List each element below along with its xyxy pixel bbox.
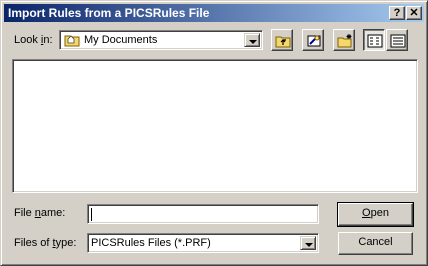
- details-view-icon: [390, 34, 406, 48]
- look-in-label-suffix: n:: [43, 34, 53, 46]
- list-view-button[interactable]: [363, 29, 385, 51]
- dialog-title: Import Rules from a PICSRules File: [8, 6, 210, 20]
- open-button-label: pen: [370, 207, 389, 219]
- close-button[interactable]: ✕: [406, 6, 422, 20]
- file-type-dropdown-button[interactable]: [300, 236, 316, 250]
- open-button[interactable]: Open: [337, 202, 414, 227]
- file-name-input[interactable]: [87, 204, 319, 224]
- look-in-combo[interactable]: My Documents: [59, 30, 263, 50]
- up-one-level-button[interactable]: [271, 29, 293, 51]
- file-type-label-prefix: Files of: [14, 237, 53, 249]
- look-in-label: Look in:: [14, 34, 53, 46]
- desktop-button[interactable]: [302, 29, 324, 51]
- title-bar[interactable]: Import Rules from a PICSRules File ? ✕: [4, 4, 424, 22]
- file-name-label-suffix: ame:: [40, 207, 66, 219]
- up-folder-icon: [275, 36, 291, 48]
- folder-icon: [64, 35, 80, 47]
- look-in-label-prefix: Look: [14, 34, 41, 46]
- look-in-value: My Documents: [84, 34, 158, 46]
- list-view-icon: [367, 34, 383, 48]
- desktop-icon: [307, 35, 321, 47]
- file-type-label-suffix: ype:: [55, 237, 77, 249]
- cancel-button[interactable]: Cancel: [338, 232, 413, 255]
- new-folder-icon: [337, 34, 352, 48]
- new-folder-button[interactable]: [333, 29, 355, 51]
- file-type-label: Files of type:: [14, 237, 76, 249]
- file-name-label: File name:: [14, 207, 65, 219]
- text-caret: [91, 208, 92, 221]
- file-name-label-prefix: File: [14, 207, 35, 219]
- help-button[interactable]: ?: [389, 6, 405, 20]
- file-type-combo[interactable]: PICSRules Files (*.PRF): [87, 233, 319, 253]
- file-type-value: PICSRules Files (*.PRF): [91, 237, 211, 249]
- look-in-dropdown-button[interactable]: [244, 33, 260, 47]
- open-button-accel: O: [362, 207, 371, 219]
- details-view-button[interactable]: [386, 29, 408, 51]
- file-list-view[interactable]: [12, 59, 418, 193]
- import-rules-dialog: Import Rules from a PICSRules File ? ✕ L…: [0, 0, 428, 266]
